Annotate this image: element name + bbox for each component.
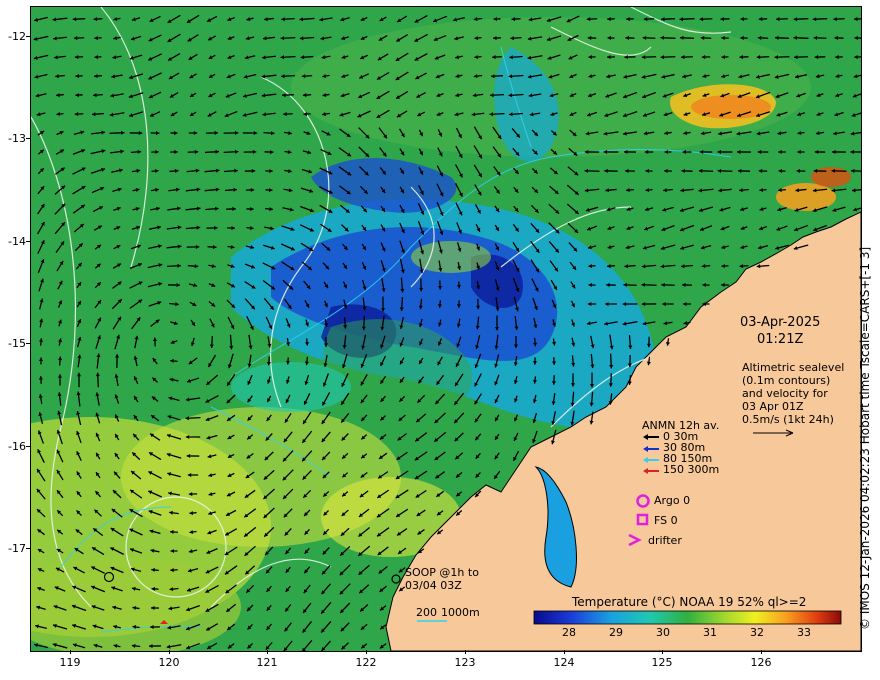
- fs-label: FS 0: [654, 514, 678, 527]
- soop-label: 03/04 03Z: [405, 579, 462, 592]
- lat-tick: -14: [8, 235, 26, 248]
- credit-line: © IMOS 12-Jan-2026 04:02:23 Hobart time …: [858, 246, 872, 630]
- lon-tick-mark: [366, 650, 367, 654]
- altimetry-note-line: (0.1m contours): [742, 374, 831, 387]
- argo-label: Argo 0: [654, 494, 691, 507]
- lon-tick-mark: [70, 650, 71, 654]
- lat-tick-mark: [26, 241, 30, 242]
- lon-tick: 122: [355, 656, 377, 669]
- lat-tick: -13: [8, 132, 26, 145]
- lat-tick-mark: [26, 446, 30, 447]
- lat-tick: -17: [8, 542, 26, 555]
- lon-tick: 121: [256, 656, 278, 669]
- lon-tick: 123: [454, 656, 476, 669]
- lat-tick-mark: [26, 36, 30, 37]
- colorbar-tick: 33: [797, 626, 811, 639]
- lat-tick: -15: [8, 337, 26, 350]
- lon-tick-mark: [267, 650, 268, 654]
- lon-tick-mark: [169, 650, 170, 654]
- lat-tick-mark: [26, 343, 30, 344]
- altimetry-note-line: 0.5m/s (1kt 24h): [742, 413, 834, 426]
- bathy-label-1000: 1000m: [441, 606, 480, 619]
- lon-tick-mark: [662, 650, 663, 654]
- timestamp-time: 01:21Z: [757, 332, 804, 347]
- lon-tick: 125: [651, 656, 673, 669]
- lat-tick-mark: [26, 548, 30, 549]
- lat-tick: -16: [8, 440, 26, 453]
- lon-tick: 120: [158, 656, 180, 669]
- lon-tick-mark: [564, 650, 565, 654]
- lat-tick: -12: [8, 30, 26, 43]
- lon-tick: 119: [59, 656, 81, 669]
- altimetry-note-line: 03 Apr 01Z: [742, 400, 804, 413]
- altimetry-note-line: Altimetric sealevel: [742, 361, 845, 374]
- soop-label: SOOP @1h to: [405, 566, 479, 579]
- anmn-legend-item: 150 300m: [663, 463, 720, 476]
- colorbar-title: Temperature (°C) NOAA 19 52% ql>=2: [572, 595, 807, 609]
- colorbar-tick: 32: [750, 626, 764, 639]
- colorbar-tick: 29: [609, 626, 623, 639]
- lon-tick-mark: [761, 650, 762, 654]
- bathy-label-200: 200: [416, 606, 437, 619]
- sst-map: [30, 6, 862, 652]
- timestamp-date: 03-Apr-2025: [740, 315, 821, 330]
- colorbar-tick: 30: [656, 626, 670, 639]
- colorbar-bar: [533, 610, 842, 625]
- colorbar-tick: 31: [703, 626, 717, 639]
- altimetry-note-line: and velocity for: [742, 387, 828, 400]
- lon-tick-mark: [465, 650, 466, 654]
- lat-tick-mark: [26, 138, 30, 139]
- drifter-label: drifter: [648, 534, 682, 547]
- lon-tick: 126: [750, 656, 772, 669]
- sst-map-canvas: [31, 7, 861, 651]
- colorbar-tick: 28: [562, 626, 576, 639]
- lon-tick: 124: [553, 656, 575, 669]
